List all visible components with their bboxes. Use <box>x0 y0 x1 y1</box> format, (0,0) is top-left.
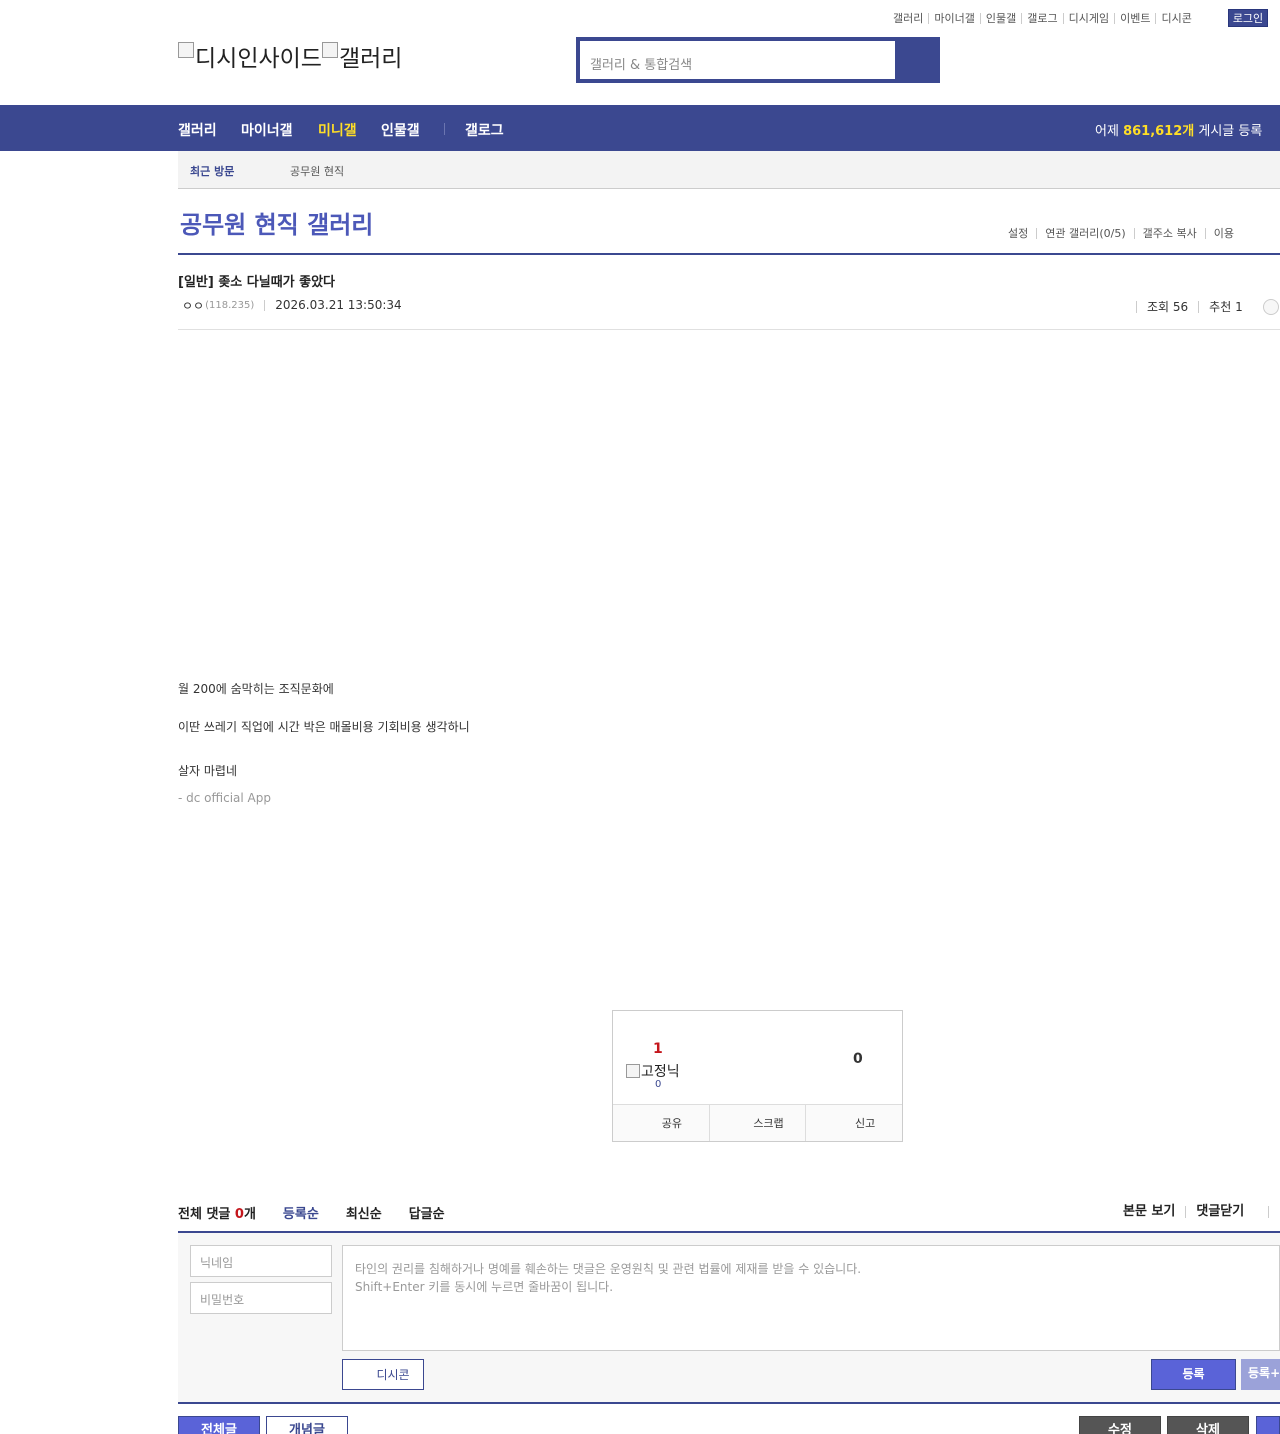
share-button[interactable]: 공유 <box>613 1105 709 1141</box>
top-link-gallog[interactable]: 갤로그 <box>1021 12 1062 24</box>
nav-item-person[interactable]: 인물갤 <box>381 120 420 140</box>
close-comments-button[interactable]: 댓글닫기 <box>1185 1205 1254 1218</box>
search-button[interactable] <box>895 41 936 79</box>
comment-header: 전체 댓글 0개 등록순 최신순 답글순 <box>178 1203 445 1222</box>
gallery-title[interactable]: 공무원 현직 갤러리 <box>180 205 373 240</box>
nickname-input[interactable]: 닉네임 <box>190 1245 332 1277</box>
all-posts-button[interactable]: 전체글 <box>178 1416 260 1434</box>
nav-item-minor[interactable]: 마이너갤 <box>241 120 293 140</box>
post-count-value: 861,612개 <box>1123 124 1195 139</box>
post-date: 2026.03.21 13:50:34 <box>275 298 402 312</box>
search-placeholder: 갤러리 & 통합검색 <box>590 58 693 73</box>
recent-visit-item[interactable]: 공무원 현직 <box>290 163 344 179</box>
meta-divider <box>264 299 266 311</box>
post-count: 어제 861,612개 게시글 등록 <box>1095 124 1263 139</box>
login-button[interactable]: 로그인 <box>1228 9 1268 27</box>
edit-button[interactable]: 수정 <box>1079 1416 1161 1434</box>
post-title: [일반] 좆소 다닐때가 좋았다 <box>178 275 336 290</box>
downvote-button[interactable] <box>803 1031 893 1101</box>
comment-textarea-line: Shift+Enter 키를 동시에 누르면 줄바꿈이 됩니다. <box>355 1280 614 1294</box>
gallery-options: 설정 연관 갤러리(0/5) 갤주소 복사 이용 <box>1000 226 1242 240</box>
password-input[interactable]: 비밀번호 <box>190 1282 332 1314</box>
top-link-game[interactable]: 디시게임 <box>1062 12 1114 24</box>
refresh-comments-button[interactable] <box>1268 1206 1270 1218</box>
nav-divider <box>444 123 445 135</box>
gallery-option-usage[interactable]: 이용 <box>1204 227 1242 239</box>
comment-submit-button[interactable]: 등록 <box>1151 1359 1236 1390</box>
divider <box>178 329 1280 330</box>
nav-item-gallery[interactable]: 갤러리 <box>178 120 217 140</box>
comment-bubble-icon[interactable] <box>1262 299 1279 315</box>
comment-header-actions: 본문 보기 댓글닫기 <box>1123 1204 1270 1220</box>
post-body-line: 이딴 쓰레기 직업에 시간 박은 매몰비용 기회비용 생각하니 <box>178 720 470 734</box>
logo-text-dcinside: 디시인사이드 <box>195 46 322 72</box>
gallery-option-settings[interactable]: 설정 <box>1000 228 1036 239</box>
top-links: 갤러리 마이너갤 인물갤 갤로그 디시게임 이벤트 디시콘 <box>893 10 1197 26</box>
search-input[interactable]: 갤러리 & 통합검색 <box>580 41 895 79</box>
recent-visits-label[interactable]: 최근 방문 <box>190 163 234 179</box>
scrap-button[interactable]: 스크랩 <box>708 1105 806 1141</box>
nav-item-mini[interactable]: 미니갤 <box>318 120 357 140</box>
post-body-line: 월 200에 숨막히는 조직문화에 <box>178 682 334 696</box>
nav-item-gallog[interactable]: 갤로그 <box>465 120 504 140</box>
report-button[interactable]: 신고 <box>805 1105 902 1141</box>
post-action-buttons: 공유 스크랩 신고 <box>613 1104 902 1141</box>
comment-submit-recommend-button[interactable]: 등록+추천 <box>1241 1359 1280 1390</box>
app-signature: - dc official App <box>178 791 271 805</box>
gallery-option-related[interactable]: 연관 갤러리(0/5) <box>1036 227 1133 239</box>
sort-registered[interactable]: 등록순 <box>283 1203 319 1222</box>
search-bar: 갤러리 & 통합검색 <box>576 37 940 83</box>
view-body-button[interactable]: 본문 보기 <box>1123 1205 1185 1218</box>
top-link-gallery[interactable]: 갤러리 <box>893 13 928 24</box>
site-logo[interactable]: 디시인사이드 갤러리 <box>178 40 402 72</box>
sort-latest[interactable]: 최신순 <box>346 1203 382 1222</box>
divider <box>178 253 1280 255</box>
top-link-minor[interactable]: 마이너갤 <box>928 12 979 24</box>
post-author-ip: (118.235) <box>205 299 255 311</box>
divider <box>178 1402 1280 1404</box>
post-author[interactable]: ㅇㅇ <box>182 297 204 314</box>
comment-form: 닉네임 비밀번호 타인의 권리를 침해하거나 명예를 훼손하는 댓글은 운영원칙… <box>178 1233 1280 1402</box>
post-recommend-count: 추천 1 <box>1198 301 1253 313</box>
recommend-box: 1 고정닉 0 0 공유 스크랩 신고 <box>612 1010 903 1142</box>
comment-textarea[interactable]: 타인의 권리를 침해하거나 명예를 훼손하는 댓글은 운영원칙 및 관련 법률에… <box>342 1245 1280 1351</box>
sort-replies[interactable]: 답글순 <box>409 1203 445 1222</box>
comment-textarea-line: 타인의 권리를 침해하거나 명예를 훼손하는 댓글은 운영원칙 및 관련 법률에… <box>355 1262 862 1276</box>
comment-count-title: 전체 댓글 0개 <box>178 1206 256 1222</box>
recent-visits-bar: 최근 방문 공무원 현직 <box>178 151 1280 189</box>
delete-button[interactable]: 삭제 <box>1167 1416 1249 1434</box>
top-link-dccon[interactable]: 디시콘 <box>1155 12 1196 24</box>
post-views: 조회 56 <box>1136 301 1198 313</box>
broken-image-icon <box>178 42 194 58</box>
post-meta: ㅇㅇ (118.235) 2026.03.21 13:50:34 <box>182 297 402 313</box>
top-link-event[interactable]: 이벤트 <box>1114 12 1155 24</box>
best-posts-button[interactable]: 개념글 <box>266 1416 348 1434</box>
write-button[interactable] <box>1256 1416 1280 1434</box>
broken-image-icon <box>321 42 338 58</box>
logo-text-gallery: 갤러리 <box>338 46 403 72</box>
top-link-person[interactable]: 인물갤 <box>979 12 1021 24</box>
gallery-option-copy-url[interactable]: 갤주소 복사 <box>1133 227 1205 239</box>
upvote-button[interactable] <box>625 1031 725 1101</box>
post-stats: 조회 56 추천 1 <box>1136 299 1279 315</box>
main-nav: 갤러리 마이너갤 미니갤 인물갤 갤로그 어제 861,612개 게시글 등록 <box>0 105 1280 151</box>
post-body-line: 살자 마렵네 <box>178 764 238 778</box>
dccon-button[interactable]: 디시콘 <box>342 1359 424 1390</box>
